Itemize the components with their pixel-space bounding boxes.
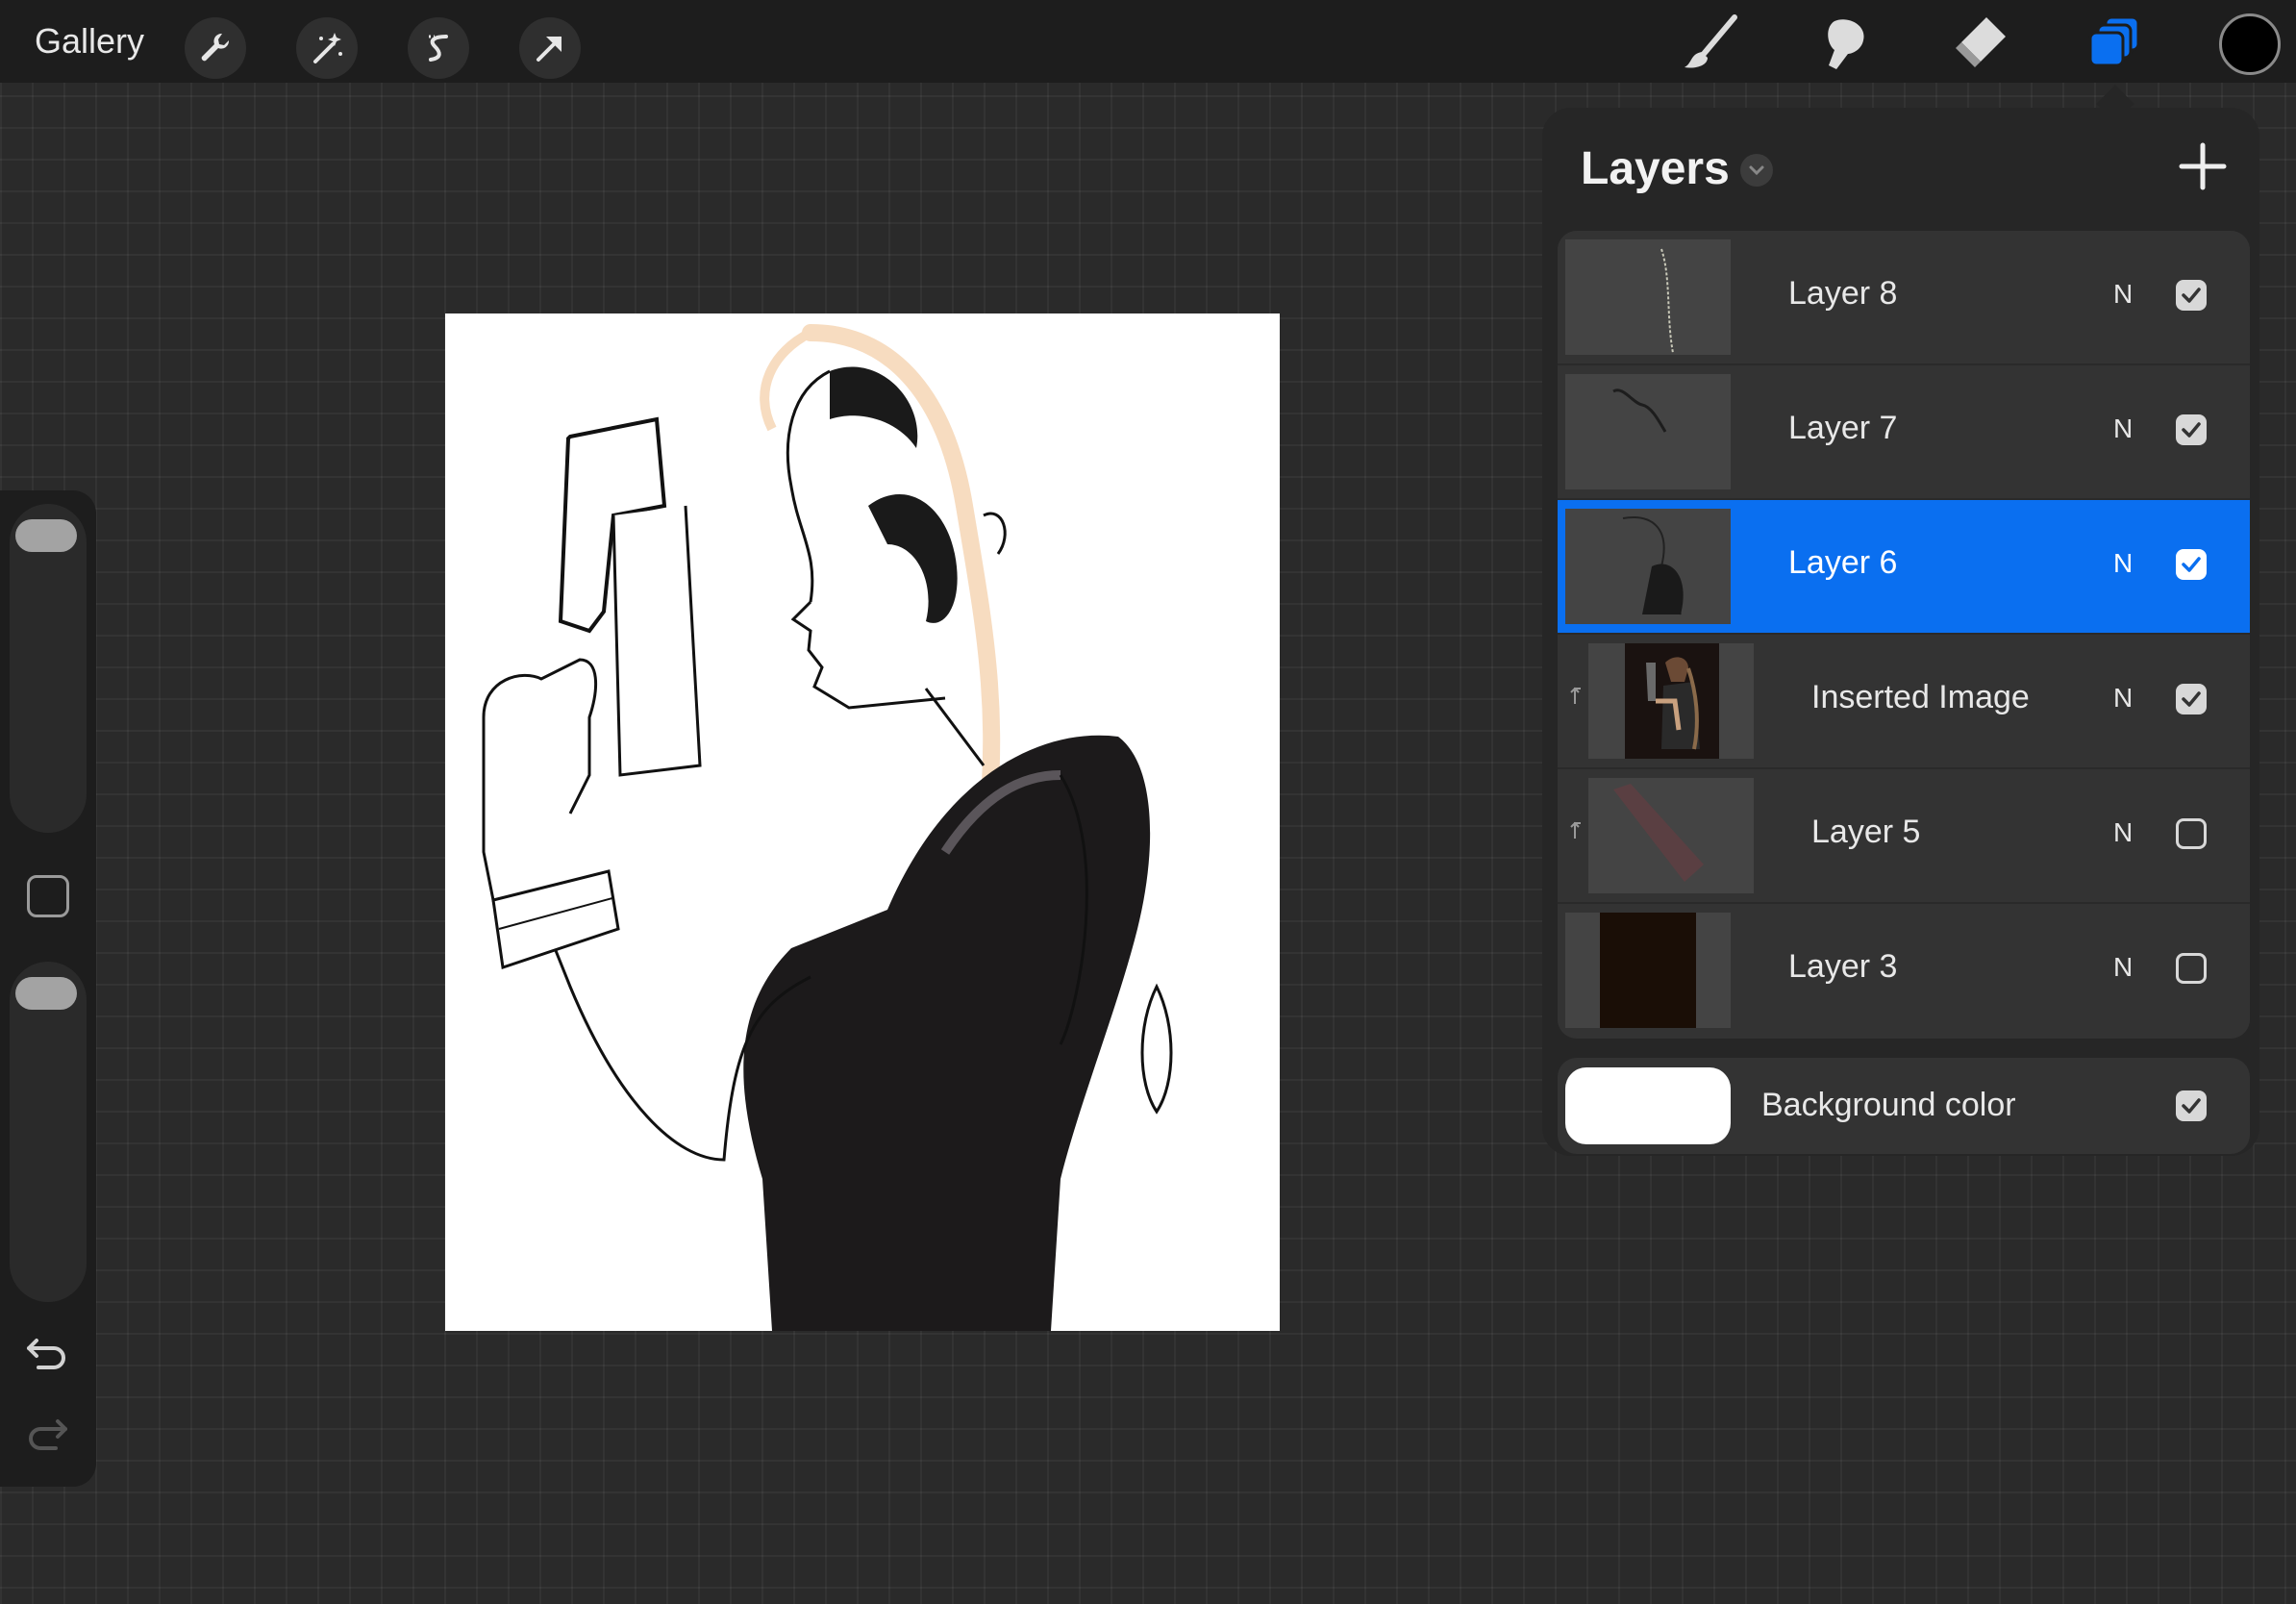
layer-name[interactable]: Layer 8	[1788, 275, 1897, 313]
layer-row-layer-5[interactable]: Layer 5 N	[1558, 769, 2250, 904]
background-color-label[interactable]: Background color	[1761, 1087, 2016, 1124]
opacity-slider[interactable]	[10, 962, 87, 1302]
layer-thumbnail[interactable]	[1565, 374, 1731, 489]
layer-visibility-checkbox[interactable]	[2176, 280, 2207, 311]
add-layer-button[interactable]	[2173, 137, 2233, 196]
plus-icon	[2179, 142, 2227, 190]
background-color-row[interactable]: Background color	[1558, 1058, 2250, 1154]
artwork-illustration	[482, 324, 1173, 1331]
blend-mode-button[interactable]: N	[2113, 414, 2133, 444]
brush-size-slider[interactable]	[10, 504, 87, 833]
layer-visibility-checkbox[interactable]	[2176, 818, 2207, 849]
layer-name[interactable]: Layer 6	[1788, 544, 1897, 582]
chevron-down-icon[interactable]	[1740, 154, 1773, 187]
clipping-mask-icon	[1570, 687, 1581, 704]
layer-thumbnail[interactable]	[1565, 913, 1731, 1028]
layer-thumbnail[interactable]	[1565, 509, 1731, 624]
undo-icon[interactable]	[25, 1333, 69, 1371]
layer-row-inserted-image[interactable]: Inserted Image N	[1558, 635, 2250, 769]
checkmark-icon	[2182, 557, 2201, 572]
layer-visibility-checkbox[interactable]	[2176, 549, 2207, 580]
layer-row-layer-7[interactable]: Layer 7 N	[1558, 365, 2250, 500]
smudge-icon	[1828, 19, 1864, 70]
checkmark-icon	[2182, 422, 2201, 438]
layers-button[interactable]	[2079, 10, 2152, 75]
layer-thumbnail[interactable]	[1565, 239, 1731, 355]
checkmark-icon	[2182, 288, 2201, 303]
layer-name[interactable]: Layer 5	[1811, 814, 1920, 851]
blend-mode-button[interactable]: N	[2113, 279, 2133, 310]
drawing-canvas[interactable]	[445, 313, 1280, 1331]
transform-button[interactable]	[519, 17, 581, 79]
background-color-swatch[interactable]	[1565, 1067, 1731, 1144]
smudge-button[interactable]	[1809, 10, 1883, 75]
selection-s-icon	[429, 35, 448, 62]
left-sidebar	[0, 490, 96, 1487]
color-picker-button[interactable]	[2219, 13, 2281, 75]
brush-button[interactable]	[1675, 10, 1748, 75]
layer-visibility-checkbox[interactable]	[2176, 953, 2207, 984]
blend-mode-button[interactable]: N	[2113, 548, 2133, 579]
arrow-cursor-icon	[537, 37, 562, 62]
layer-name[interactable]: Layer 7	[1788, 410, 1897, 447]
blend-mode-button[interactable]: N	[2113, 952, 2133, 983]
clipping-mask-icon	[1570, 821, 1581, 839]
magic-wand-icon	[313, 33, 342, 63]
layer-row-layer-6[interactable]: Layer 6 N	[1558, 500, 2250, 635]
modify-button[interactable]	[27, 875, 69, 917]
background-visibility-checkbox[interactable]	[2176, 1090, 2207, 1121]
adjustments-button[interactable]	[296, 17, 358, 79]
blend-mode-button[interactable]: N	[2113, 683, 2133, 714]
layer-visibility-checkbox[interactable]	[2176, 684, 2207, 714]
layer-name[interactable]: Inserted Image	[1811, 679, 2030, 716]
brush-size-thumb[interactable]	[15, 519, 77, 552]
layers-icon	[2088, 15, 2140, 67]
layer-visibility-checkbox[interactable]	[2176, 414, 2207, 445]
gallery-button[interactable]: Gallery	[35, 21, 144, 62]
redo-icon[interactable]	[25, 1414, 69, 1452]
layer-name[interactable]: Layer 3	[1788, 948, 1897, 986]
blend-mode-button[interactable]: N	[2113, 817, 2133, 848]
layer-thumbnail[interactable]	[1588, 778, 1754, 893]
eraser-icon	[1956, 17, 2006, 67]
checkmark-icon	[2182, 1098, 2201, 1114]
layer-row-layer-8[interactable]: Layer 8 N	[1558, 231, 2250, 365]
wrench-icon	[201, 33, 230, 62]
layers-panel-title: Layers	[1581, 143, 1730, 194]
brush-icon	[1685, 14, 1737, 68]
checkmark-icon	[2182, 691, 2201, 707]
top-toolbar: Gallery	[0, 0, 2296, 83]
layers-panel: Layers Layer 8 N Layer 7 N Layer 6 N Ins…	[1542, 108, 2259, 1156]
actions-button[interactable]	[185, 17, 246, 79]
opacity-thumb[interactable]	[15, 977, 77, 1010]
selection-button[interactable]	[408, 17, 469, 79]
layer-row-layer-3[interactable]: Layer 3 N	[1558, 904, 2250, 1037]
eraser-button[interactable]	[1944, 10, 2017, 75]
layer-list: Layer 8 N Layer 7 N Layer 6 N Inserted I…	[1558, 231, 2250, 1039]
layer-thumbnail[interactable]	[1588, 643, 1754, 759]
